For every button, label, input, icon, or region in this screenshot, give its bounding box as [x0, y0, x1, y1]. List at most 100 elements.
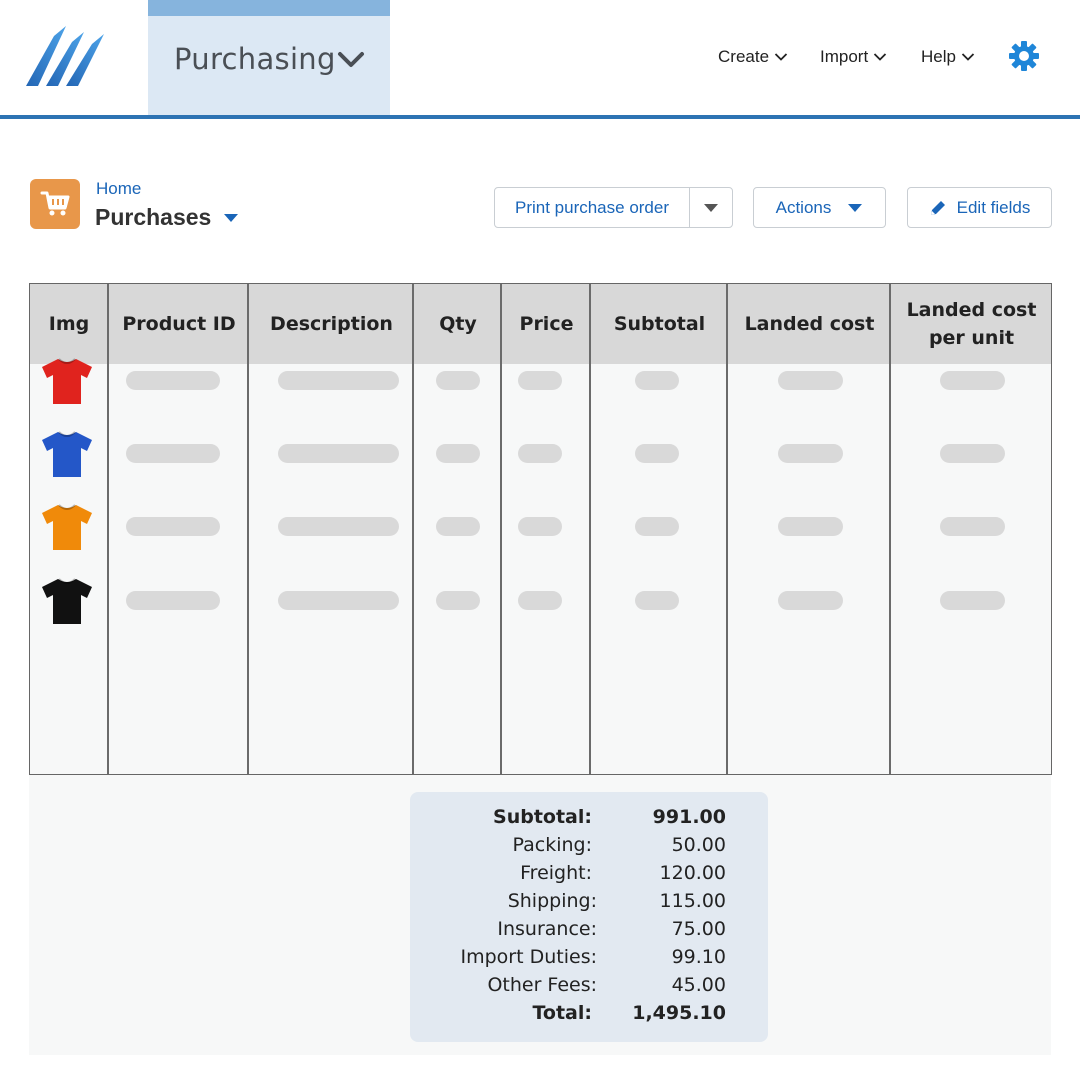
totals-value: 50.00 — [671, 834, 726, 856]
app-switcher-active-indicator — [148, 0, 390, 16]
black-tshirt-thumbnail[interactable] — [40, 576, 94, 626]
actions-button-label: Actions — [775, 197, 832, 217]
column-divider — [726, 284, 728, 774]
gear-icon[interactable] — [1008, 40, 1040, 72]
cell-placeholder — [126, 591, 220, 610]
red-tshirt-thumbnail[interactable] — [40, 356, 94, 406]
breadcrumb-home[interactable]: Home — [96, 179, 141, 199]
cell-placeholder — [778, 517, 843, 536]
cell-placeholder — [778, 371, 843, 390]
totals-label: Import Duties: — [460, 946, 598, 968]
help-menu-label: Help — [921, 47, 956, 66]
create-menu[interactable]: Create — [718, 45, 788, 69]
totals-row-freight: Freight: 120.00 — [410, 862, 768, 890]
totals-label: Packing: — [512, 834, 592, 856]
actions-button[interactable]: Actions — [753, 187, 886, 228]
app-switcher-label: Purchasing — [174, 42, 336, 76]
cell-placeholder — [635, 371, 679, 390]
table-header: Img Product ID Description Qty Price Sub… — [30, 284, 1051, 364]
cell-placeholder — [518, 517, 562, 536]
column-header-product-id: Product ID — [122, 313, 236, 335]
purchase-lines-table: Img Product ID Description Qty Price Sub… — [29, 283, 1052, 775]
totals-label: Subtotal: — [493, 806, 592, 828]
cell-placeholder — [278, 517, 399, 536]
cart-glyph — [40, 191, 70, 216]
pencil-icon — [930, 200, 945, 215]
cell-placeholder — [436, 444, 480, 463]
cell-placeholder — [126, 371, 220, 390]
totals-value: 1,495.10 — [632, 1002, 726, 1024]
totals-value: 120.00 — [659, 862, 726, 884]
column-divider — [500, 284, 502, 774]
cell-placeholder — [126, 444, 220, 463]
column-divider — [889, 284, 891, 774]
top-navigation-bar: Purchasing Create Import Help — [0, 0, 1080, 115]
cell-placeholder — [778, 444, 843, 463]
cell-placeholder — [940, 444, 1005, 463]
help-menu[interactable]: Help — [921, 45, 975, 69]
app-switcher[interactable]: Purchasing — [148, 0, 390, 115]
blue-tshirt-thumbnail[interactable] — [40, 429, 94, 479]
print-purchase-order-button[interactable]: Print purchase order — [494, 187, 690, 228]
shopping-cart-icon — [30, 179, 80, 229]
cell-placeholder — [635, 591, 679, 610]
cell-placeholder — [436, 591, 480, 610]
totals-row-import-duties: Import Duties: 99.10 — [410, 946, 768, 974]
cell-placeholder — [126, 517, 220, 536]
totals-value: 115.00 — [659, 890, 726, 912]
totals-row-shipping: Shipping: 115.00 — [410, 890, 768, 918]
column-divider — [589, 284, 591, 774]
totals-label: Total: — [532, 1002, 592, 1024]
caret-down-icon — [848, 203, 863, 212]
column-header-subtotal: Subtotal — [613, 313, 706, 335]
totals-label: Freight: — [520, 862, 592, 884]
cell-placeholder — [518, 444, 562, 463]
cell-placeholder — [635, 444, 679, 463]
cell-placeholder — [940, 371, 1005, 390]
column-divider — [107, 284, 109, 774]
page-title-label: Purchases — [95, 204, 212, 230]
cell-placeholder — [278, 371, 399, 390]
orange-tshirt-thumbnail[interactable] — [40, 502, 94, 552]
cell-placeholder — [518, 371, 562, 390]
totals-row-total: Total: 1,495.10 — [410, 1002, 768, 1030]
column-header-qty: Qty — [439, 313, 477, 335]
import-menu[interactable]: Import — [820, 45, 887, 69]
totals-label: Other Fees: — [487, 974, 597, 996]
totals-value: 75.00 — [671, 918, 726, 940]
column-divider — [247, 284, 249, 774]
totals-value: 45.00 — [671, 974, 726, 996]
cell-placeholder — [940, 517, 1005, 536]
column-header-price: Price — [519, 313, 574, 335]
column-header-img: Img — [48, 313, 90, 335]
create-menu-label: Create — [718, 47, 770, 66]
page-title[interactable]: Purchases — [95, 204, 239, 231]
cell-placeholder — [940, 591, 1005, 610]
column-divider — [412, 284, 414, 774]
totals-value: 99.10 — [671, 946, 726, 968]
cell-placeholder — [778, 591, 843, 610]
print-options-dropdown-button[interactable] — [689, 187, 733, 228]
totals-value: 991.00 — [652, 806, 726, 828]
edit-fields-label: Edit fields — [956, 197, 1031, 217]
company-logo — [26, 26, 104, 86]
chevron-down-icon — [774, 53, 788, 61]
totals-row-insurance: Insurance: 75.00 — [410, 918, 768, 946]
column-header-landed-cost-per-unit: Landed cost per unit — [906, 299, 1037, 349]
cell-placeholder — [436, 517, 480, 536]
chevron-down-icon — [961, 53, 975, 61]
column-header-description: Description — [270, 313, 393, 335]
chevron-down-icon — [338, 52, 364, 67]
edit-fields-button[interactable]: Edit fields — [907, 187, 1052, 228]
top-navigation-divider — [0, 115, 1080, 119]
caret-down-icon — [224, 213, 239, 222]
import-menu-label: Import — [820, 47, 869, 66]
totals-row-other-fees: Other Fees: 45.00 — [410, 974, 768, 1002]
totals-label: Insurance: — [497, 918, 597, 940]
cell-placeholder — [436, 371, 480, 390]
column-header-landed-cost: Landed cost — [744, 313, 875, 335]
totals-row-packing: Packing: 50.00 — [410, 834, 768, 862]
totals-row-subtotal: Subtotal: 991.00 — [410, 806, 768, 834]
cell-placeholder — [635, 517, 679, 536]
totals-summary: Subtotal: 991.00 Packing: 50.00 Freight:… — [410, 792, 768, 1042]
